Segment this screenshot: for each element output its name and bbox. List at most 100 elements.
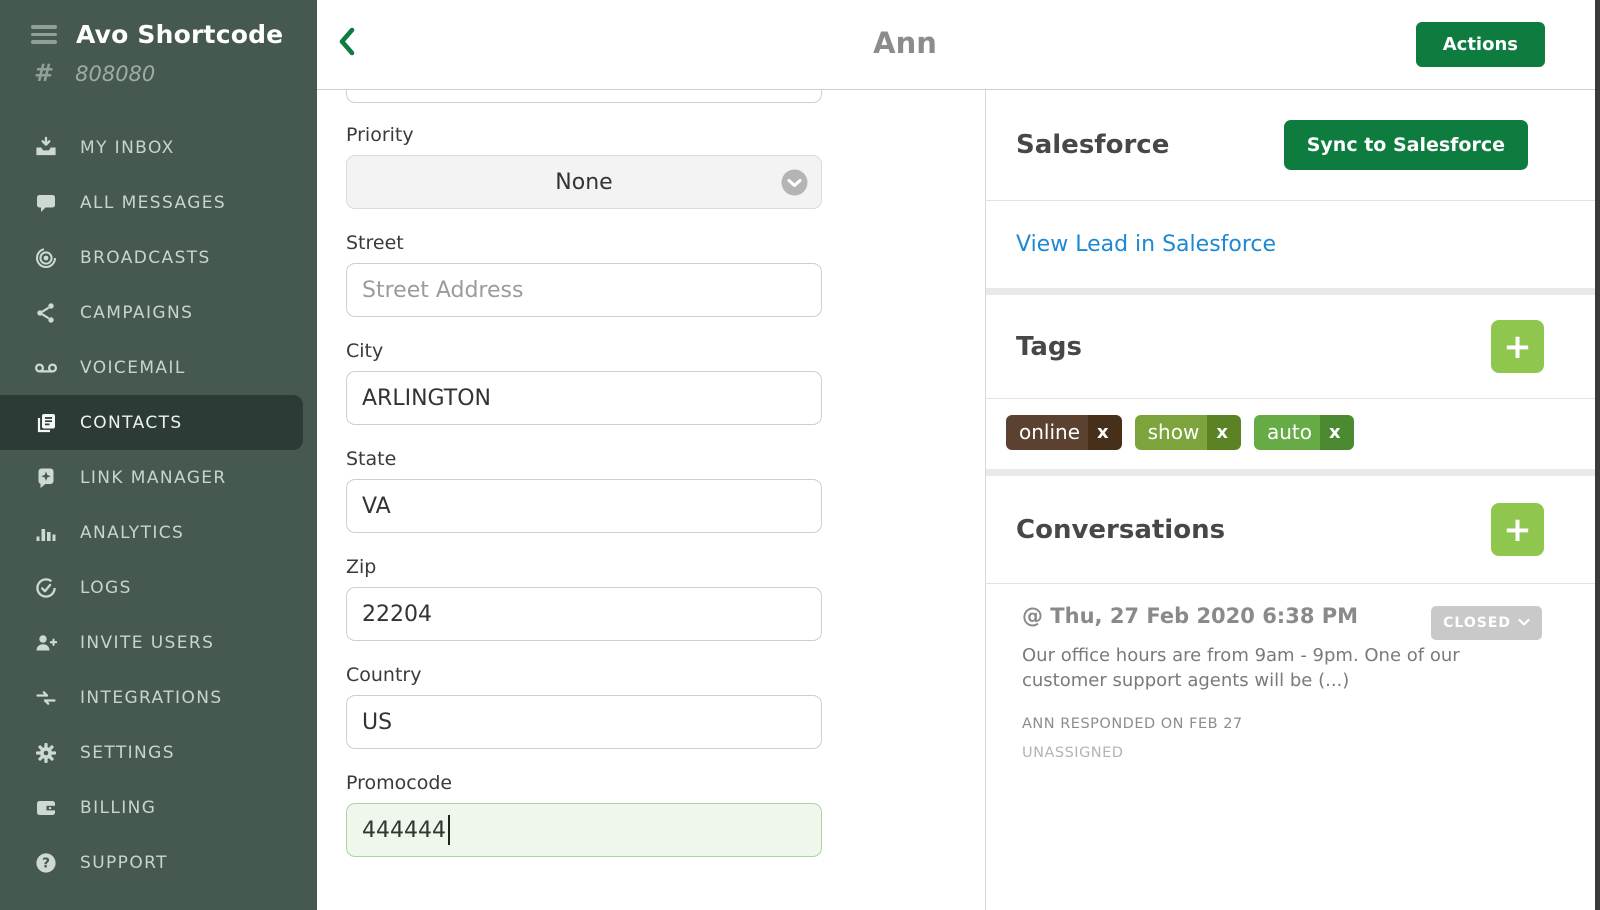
hamburger-menu-icon[interactable] [31, 25, 57, 43]
zip-input[interactable]: 22204 [346, 587, 822, 641]
actions-button[interactable]: Actions [1416, 22, 1545, 67]
tag-show: show x [1135, 415, 1241, 450]
salesforce-link-row: View Lead in Salesforce [986, 201, 1600, 288]
conversations-title: Conversations [1016, 515, 1225, 545]
conversation-preview: Our office hours are from 9am - 9pm. One… [1022, 643, 1542, 693]
tag-online: online x [1006, 415, 1122, 450]
sidebar: Avo Shortcode # 808080 MY INBOX ALL MESS… [0, 0, 317, 910]
tag-list: online x show x auto x [986, 399, 1600, 469]
detail-panel: Salesforce Sync to Salesforce View Lead … [986, 90, 1600, 910]
tag-label: show [1135, 415, 1208, 450]
section-gap [986, 469, 1600, 476]
promocode-input[interactable]: 444444 [346, 803, 822, 857]
sidebar-item-all-messages[interactable]: ALL MESSAGES [0, 175, 317, 230]
add-conversation-button[interactable]: + [1491, 503, 1544, 556]
country-label: Country [346, 664, 985, 686]
page-title: Ann [317, 26, 1493, 60]
tag-auto: auto x [1254, 415, 1354, 450]
sidebar-item-contacts[interactable]: CONTACTS [0, 395, 303, 450]
sidebar-item-link-manager[interactable]: LINK MANAGER [0, 450, 317, 505]
sidebar-item-settings[interactable]: SETTINGS [0, 725, 317, 780]
conversation-entry[interactable]: @ Thu, 27 Feb 2020 6:38 PM CLOSED Our of… [986, 584, 1600, 761]
street-input[interactable]: Street Address [346, 263, 822, 317]
wallet-icon [32, 796, 59, 820]
main-area: Ann Actions Priority None Street [317, 0, 1600, 910]
conversation-responded-note: ANN RESPONDED ON FEB 27 [1022, 716, 1542, 732]
promocode-label: Promocode [346, 772, 985, 794]
field-street: Street Street Address [346, 232, 985, 317]
scrollbar[interactable] [1595, 0, 1600, 910]
integrations-icon [32, 686, 59, 710]
tag-label: auto [1254, 415, 1320, 450]
sidebar-item-invite-users[interactable]: INVITE USERS [0, 615, 317, 670]
remove-tag-icon[interactable]: x [1320, 415, 1354, 450]
salesforce-header: Salesforce Sync to Salesforce [986, 90, 1600, 200]
city-label: City [346, 340, 985, 362]
sidebar-item-billing[interactable]: BILLING [0, 780, 317, 835]
share-icon [32, 301, 59, 325]
sidebar-item-voicemail[interactable]: VOICEMAIL [0, 340, 317, 395]
cutoff-field[interactable] [346, 90, 822, 103]
city-value: ARLINGTON [362, 386, 491, 411]
shortcode-number: 808080 [75, 62, 155, 86]
street-placeholder: Street Address [362, 278, 523, 303]
question-circle-icon: ? [32, 851, 59, 875]
view-lead-link[interactable]: View Lead in Salesforce [1016, 232, 1276, 257]
inbox-icon [32, 136, 59, 159]
street-label: Street [346, 232, 985, 254]
city-input[interactable]: ARLINGTON [346, 371, 822, 425]
priority-select[interactable]: None [346, 155, 822, 209]
conversations-card: Conversations + @ Thu, 27 Feb 2020 6:38 … [986, 476, 1600, 910]
bar-chart-icon [32, 521, 59, 545]
sidebar-item-analytics[interactable]: ANALYTICS [0, 505, 317, 560]
sidebar-item-campaigns[interactable]: CAMPAIGNS [0, 285, 317, 340]
sidebar-item-broadcasts[interactable]: BROADCASTS [0, 230, 317, 285]
tags-card: Tags + online x show x [986, 295, 1600, 469]
remove-tag-icon[interactable]: x [1088, 415, 1122, 450]
salesforce-title: Salesforce [1016, 130, 1169, 160]
tag-label: online [1006, 415, 1088, 450]
sidebar-item-my-inbox[interactable]: MY INBOX [0, 120, 317, 175]
section-gap [986, 288, 1600, 295]
add-user-icon [32, 631, 59, 655]
field-country: Country US [346, 664, 985, 749]
country-input[interactable]: US [346, 695, 822, 749]
conversation-assignment: UNASSIGNED [1022, 745, 1542, 761]
logo-row: Avo Shortcode [0, 0, 317, 49]
content-area: Priority None Street Street Address [317, 90, 1600, 910]
sync-to-salesforce-button[interactable]: Sync to Salesforce [1284, 120, 1528, 170]
svg-text:?: ? [42, 855, 50, 871]
sidebar-item-support[interactable]: ? SUPPORT [0, 835, 317, 890]
sidebar-item-integrations[interactable]: INTEGRATIONS [0, 670, 317, 725]
state-input[interactable]: VA [346, 479, 822, 533]
conversation-status-badge[interactable]: CLOSED [1431, 606, 1542, 640]
state-label: State [346, 448, 985, 470]
zip-value: 22204 [362, 602, 432, 627]
field-promocode: Promocode 444444 [346, 772, 985, 857]
status-label: CLOSED [1443, 615, 1511, 631]
contacts-icon [32, 411, 59, 435]
country-value: US [362, 710, 392, 735]
tags-title: Tags [1016, 332, 1082, 362]
remove-tag-icon[interactable]: x [1207, 415, 1241, 450]
chevron-down-icon [1518, 615, 1530, 631]
app-title: Avo Shortcode [76, 20, 283, 49]
chevron-down-icon [781, 169, 808, 196]
link-manager-icon [32, 466, 59, 490]
promocode-value: 444444 [362, 818, 446, 843]
sidebar-nav: MY INBOX ALL MESSAGES BROADCASTS CAMPAIG… [0, 120, 317, 890]
field-zip: Zip 22204 [346, 556, 985, 641]
priority-value: None [555, 170, 612, 195]
add-tag-button[interactable]: + [1491, 320, 1544, 373]
field-priority: Priority None [346, 124, 985, 209]
field-city: City ARLINGTON [346, 340, 985, 425]
salesforce-card: Salesforce Sync to Salesforce View Lead … [986, 90, 1600, 288]
shortcode-row: # 808080 [0, 49, 317, 87]
sidebar-item-logs[interactable]: LOGS [0, 560, 317, 615]
check-circle-icon [32, 576, 59, 600]
contact-header: Ann Actions [317, 0, 1600, 90]
hash-icon: # [34, 59, 54, 87]
priority-label: Priority [346, 124, 985, 146]
field-state: State VA [346, 448, 985, 533]
contact-form: Priority None Street Street Address [317, 90, 986, 910]
